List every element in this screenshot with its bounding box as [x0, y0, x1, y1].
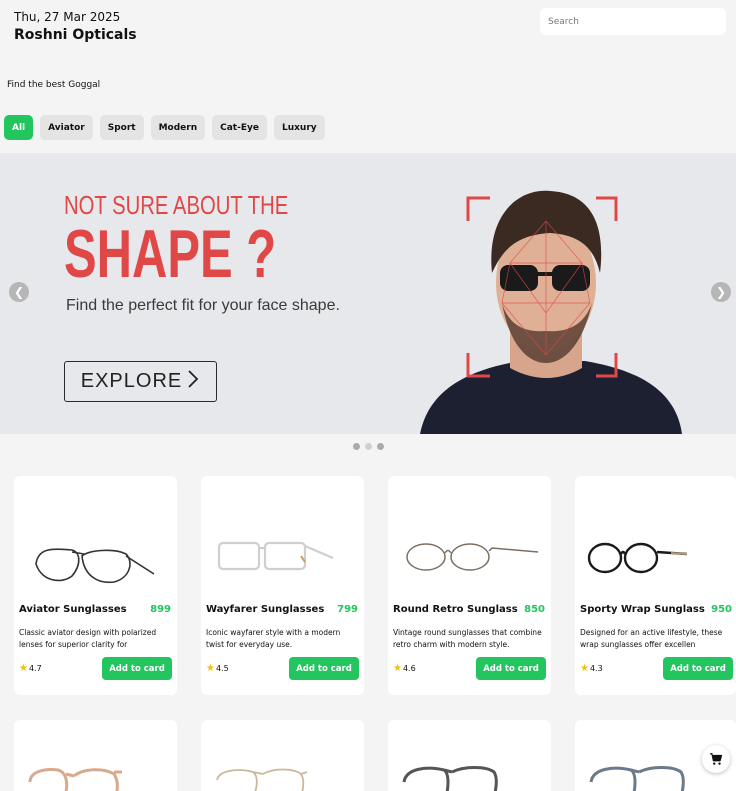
filter-chip-luxury[interactable]: Luxury	[273, 115, 325, 140]
chevron-right-icon	[186, 369, 200, 395]
star-icon: ★	[393, 663, 402, 674]
add-to-cart-button[interactable]: Add to card	[476, 657, 546, 680]
filter-chip-sport[interactable]: Sport	[99, 115, 144, 140]
banner-subtitle: Find the perfect fit for your face shape…	[66, 297, 340, 314]
product-image	[35, 548, 155, 584]
add-to-cart-button[interactable]: Add to card	[102, 657, 172, 680]
rating-value: 4.5	[215, 664, 229, 673]
explore-label: EXPLORE	[80, 370, 183, 392]
explore-button[interactable]: EXPLORE	[64, 361, 217, 402]
star-icon: ★	[580, 663, 589, 674]
carousel-indicators	[353, 443, 384, 450]
cart-button[interactable]	[702, 745, 730, 773]
star-icon: ★	[19, 663, 28, 674]
product-image	[217, 541, 334, 571]
product-price: 950	[711, 604, 732, 615]
add-to-cart-button[interactable]: Add to card	[663, 657, 733, 680]
product-rating: ★ 4.5	[206, 663, 229, 674]
model-face-illustration	[420, 190, 682, 434]
product-image	[28, 768, 122, 791]
product-image	[587, 542, 688, 574]
app-header: Thu, 27 Mar 2025 Roshni Opticals Find th…	[0, 0, 736, 150]
filter-chip-all[interactable]: All	[4, 115, 34, 140]
product-price: 850	[524, 604, 545, 615]
product-image	[402, 766, 498, 791]
filter-chip-aviator[interactable]: Aviator	[40, 115, 93, 140]
search-input[interactable]	[540, 8, 726, 35]
current-date: Thu, 27 Mar 2025	[14, 10, 121, 24]
product-image	[216, 768, 308, 791]
tagline: Find the best Goggal	[7, 80, 101, 90]
chevron-right-icon: ❯	[715, 285, 727, 299]
product-name: Round Retro Sunglass	[393, 604, 518, 615]
product-description: Vintage round sunglasses that combine re…	[393, 628, 542, 649]
product-price: 899	[150, 604, 171, 615]
product-name: Sporty Wrap Sunglass	[580, 604, 705, 615]
product-name: Wayfarer Sunglasses	[206, 604, 325, 615]
product-rating: ★ 4.6	[393, 663, 416, 674]
filter-chip-cat-eye[interactable]: Cat-Eye	[212, 115, 267, 140]
carousel-next-button[interactable]: ❯	[711, 282, 731, 302]
product-description: Designed for an active lifestyle, these …	[580, 628, 723, 649]
product-rating: ★ 4.7	[19, 663, 42, 674]
rating-value: 4.3	[589, 664, 603, 673]
cart-icon	[710, 753, 723, 765]
product-card[interactable]: Round Retro Sunglass 850 Vintage round s…	[388, 476, 551, 695]
product-price: 799	[337, 604, 358, 615]
filter-chip-modern[interactable]: Modern	[150, 115, 206, 140]
rating-value: 4.6	[402, 664, 416, 673]
carousel-prev-button[interactable]: ❮	[9, 282, 29, 302]
chevron-left-icon: ❮	[13, 285, 25, 299]
rating-value: 4.7	[28, 664, 42, 673]
star-icon: ★	[206, 663, 215, 674]
carousel-dot[interactable]	[365, 443, 372, 450]
product-card[interactable]: Aviator Sunglasses 899 Classic aviator d…	[14, 476, 177, 695]
product-description: Iconic wayfarer style with a modern twis…	[206, 628, 341, 649]
product-card[interactable]: Sporty Wrap Sunglass 950 Designed for an…	[575, 476, 736, 695]
add-to-cart-button[interactable]: Add to card	[289, 657, 359, 680]
product-description: Classic aviator design with polarized le…	[19, 628, 157, 649]
product-card[interactable]	[388, 720, 551, 791]
product-card[interactable]: Wayfarer Sunglasses 799 Iconic wayfarer …	[201, 476, 364, 695]
filter-chips: All Aviator Sport Modern Cat-Eye Luxury	[4, 115, 325, 140]
product-rating: ★ 4.3	[580, 663, 603, 674]
carousel-dot[interactable]	[377, 443, 384, 450]
banner-heading-large: SHAPE ?	[64, 216, 277, 292]
product-card[interactable]	[14, 720, 177, 791]
store-name: Roshni Opticals	[14, 27, 137, 43]
product-name: Aviator Sunglasses	[19, 604, 127, 615]
carousel-dot[interactable]	[353, 443, 360, 450]
product-card[interactable]	[201, 720, 364, 791]
product-image	[406, 543, 539, 571]
hero-banner: NOT SURE ABOUT THE SHAPE ? Find the perf…	[0, 153, 736, 434]
